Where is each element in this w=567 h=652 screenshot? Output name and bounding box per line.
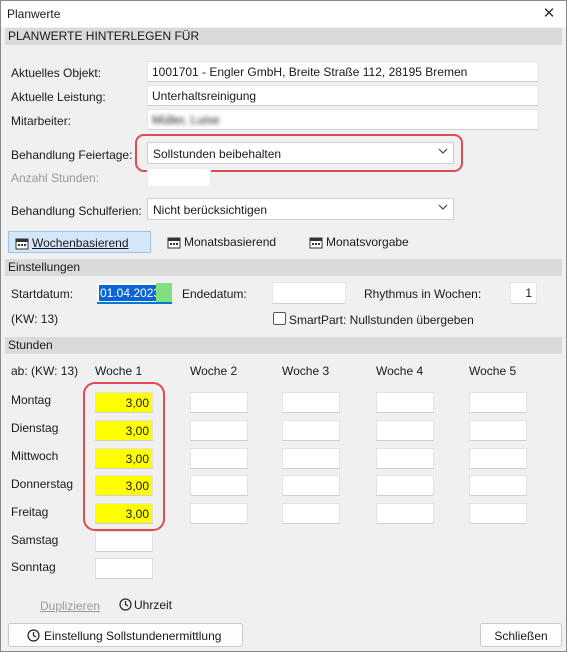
leistung-field[interactable]: Unterhaltsreinigung <box>147 85 539 106</box>
clock-icon <box>119 598 132 611</box>
calendar-icon <box>15 238 29 250</box>
hour-cell[interactable] <box>282 503 340 524</box>
annotation-outline-feiertage <box>135 134 463 172</box>
close-button[interactable]: Schließen <box>480 623 562 647</box>
tab-monatsvorgabe-label: Monatsvorgabe <box>326 235 409 249</box>
day-label-freitag: Freitag <box>11 505 49 519</box>
hour-cell[interactable] <box>190 503 248 524</box>
mitarbeiter-label: Mitarbeiter: <box>11 114 72 128</box>
stunden-section: Stunden <box>5 337 562 354</box>
hour-cell[interactable] <box>469 503 527 524</box>
week-header-4: Woche 4 <box>376 364 424 378</box>
close-icon[interactable]: ✕ <box>538 3 560 25</box>
duplicate-label: Duplizieren <box>40 599 101 613</box>
startdatum-value: 01.04.2023 <box>99 285 162 301</box>
settings-sollstunden-button[interactable]: Einstellung Sollstundenermittlung <box>8 623 243 647</box>
hour-cell[interactable] <box>282 448 340 469</box>
smartpart-label: SmartPart: Nullstunden übergeben <box>289 313 474 327</box>
rhythmus-field[interactable]: 1 <box>510 282 537 304</box>
calendar-icon <box>309 237 323 249</box>
annotation-outline-week1 <box>83 382 165 531</box>
rhythmus-label: Rhythmus in Wochen: <box>364 287 482 301</box>
startdatum-field[interactable]: 01.04.2023 <box>97 283 172 304</box>
week-header-5: Woche 5 <box>469 364 517 378</box>
hour-cell[interactable] <box>190 392 248 413</box>
week-header-1: Woche 1 <box>95 364 143 378</box>
hour-cell[interactable] <box>190 448 248 469</box>
hour-cell[interactable] <box>282 420 340 441</box>
week-header-3: Woche 3 <box>282 364 330 378</box>
endedatum-label: Endedatum: <box>182 287 247 301</box>
day-label-donnerstag: Donnerstag <box>11 477 74 491</box>
window-title: Planwerte <box>7 7 61 21</box>
hour-cell[interactable] <box>376 420 434 441</box>
mitarbeiter-field[interactable]: Müller, Luise <box>147 109 539 130</box>
hour-cell[interactable] <box>95 558 153 579</box>
day-label-mittwoch: Mittwoch <box>11 449 59 463</box>
hour-cell[interactable] <box>376 503 434 524</box>
tab-monatsbasierend[interactable]: Monatsbasierend <box>161 231 282 253</box>
hour-cell[interactable] <box>190 420 248 441</box>
anzahl-field[interactable] <box>147 168 211 187</box>
objekt-field[interactable]: 1001701 - Engler GmbH, Breite Straße 112… <box>147 61 539 82</box>
einstellungen-section: Einstellungen <box>5 259 562 276</box>
tab-monatsvorgabe[interactable]: Monatsvorgabe <box>303 231 415 253</box>
feiertage-label: Behandlung Feiertage: <box>11 148 133 162</box>
endedatum-field[interactable] <box>272 282 346 304</box>
settings-sollstunden-label: Einstellung Sollstundenermittlung <box>44 629 222 643</box>
title-bar: Planwerte ✕ <box>1 1 566 27</box>
hour-cell[interactable] <box>469 475 527 496</box>
day-label-montag: Montag <box>11 393 52 407</box>
hour-cell[interactable] <box>469 392 527 413</box>
day-label-samstag: Samstag <box>11 533 59 547</box>
chevron-down-icon <box>438 204 448 210</box>
week-header-2: Woche 2 <box>190 364 238 378</box>
duplicate-button[interactable]: Duplizieren <box>40 599 100 613</box>
hour-cell[interactable] <box>469 448 527 469</box>
leistung-label: Aktuelle Leistung: <box>11 90 106 104</box>
tab-wochenbasierend-label: Wochenbasierend <box>32 236 129 250</box>
kw-label: (KW: 13) <box>11 312 59 326</box>
day-label-sonntag: Sonntag <box>11 560 56 574</box>
smartpart-checkbox[interactable] <box>273 312 286 325</box>
calendar-icon <box>167 237 181 249</box>
mitarbeiter-value: Müller, Luise <box>152 113 220 127</box>
hour-cell[interactable] <box>376 475 434 496</box>
hour-cell[interactable] <box>376 448 434 469</box>
time-button[interactable]: Uhrzeit <box>119 598 172 612</box>
hour-cell[interactable] <box>469 420 527 441</box>
anzahl-label: Anzahl Stunden: <box>11 171 100 185</box>
tab-monatsbasierend-label: Monatsbasierend <box>184 235 277 249</box>
schulferien-dropdown[interactable]: Nicht berücksichtigen <box>147 198 454 220</box>
schulferien-value: Nicht berücksichtigen <box>153 203 268 217</box>
objekt-label: Aktuelles Objekt: <box>11 66 102 80</box>
schulferien-label: Behandlung Schulferien: <box>11 204 142 218</box>
date-picker-marker <box>156 283 172 302</box>
hour-cell[interactable] <box>95 531 153 552</box>
tab-wochenbasierend[interactable]: Wochenbasierend <box>8 231 151 253</box>
hour-cell[interactable] <box>282 392 340 413</box>
hour-cell[interactable] <box>282 475 340 496</box>
time-label: Uhrzeit <box>134 598 173 612</box>
clock-icon <box>27 629 40 642</box>
day-label-dienstag: Dienstag <box>11 421 59 435</box>
planwerte-window: Planwerte ✕ PLANWERTE HINTERLEGEN FÜR Ak… <box>0 0 567 652</box>
hour-cell[interactable] <box>190 475 248 496</box>
startdatum-label: Startdatum: <box>11 287 74 301</box>
hour-cell[interactable] <box>376 392 434 413</box>
header-section: PLANWERTE HINTERLEGEN FÜR <box>5 28 562 45</box>
ab-kw-label: ab: (KW: 13) <box>11 364 79 378</box>
